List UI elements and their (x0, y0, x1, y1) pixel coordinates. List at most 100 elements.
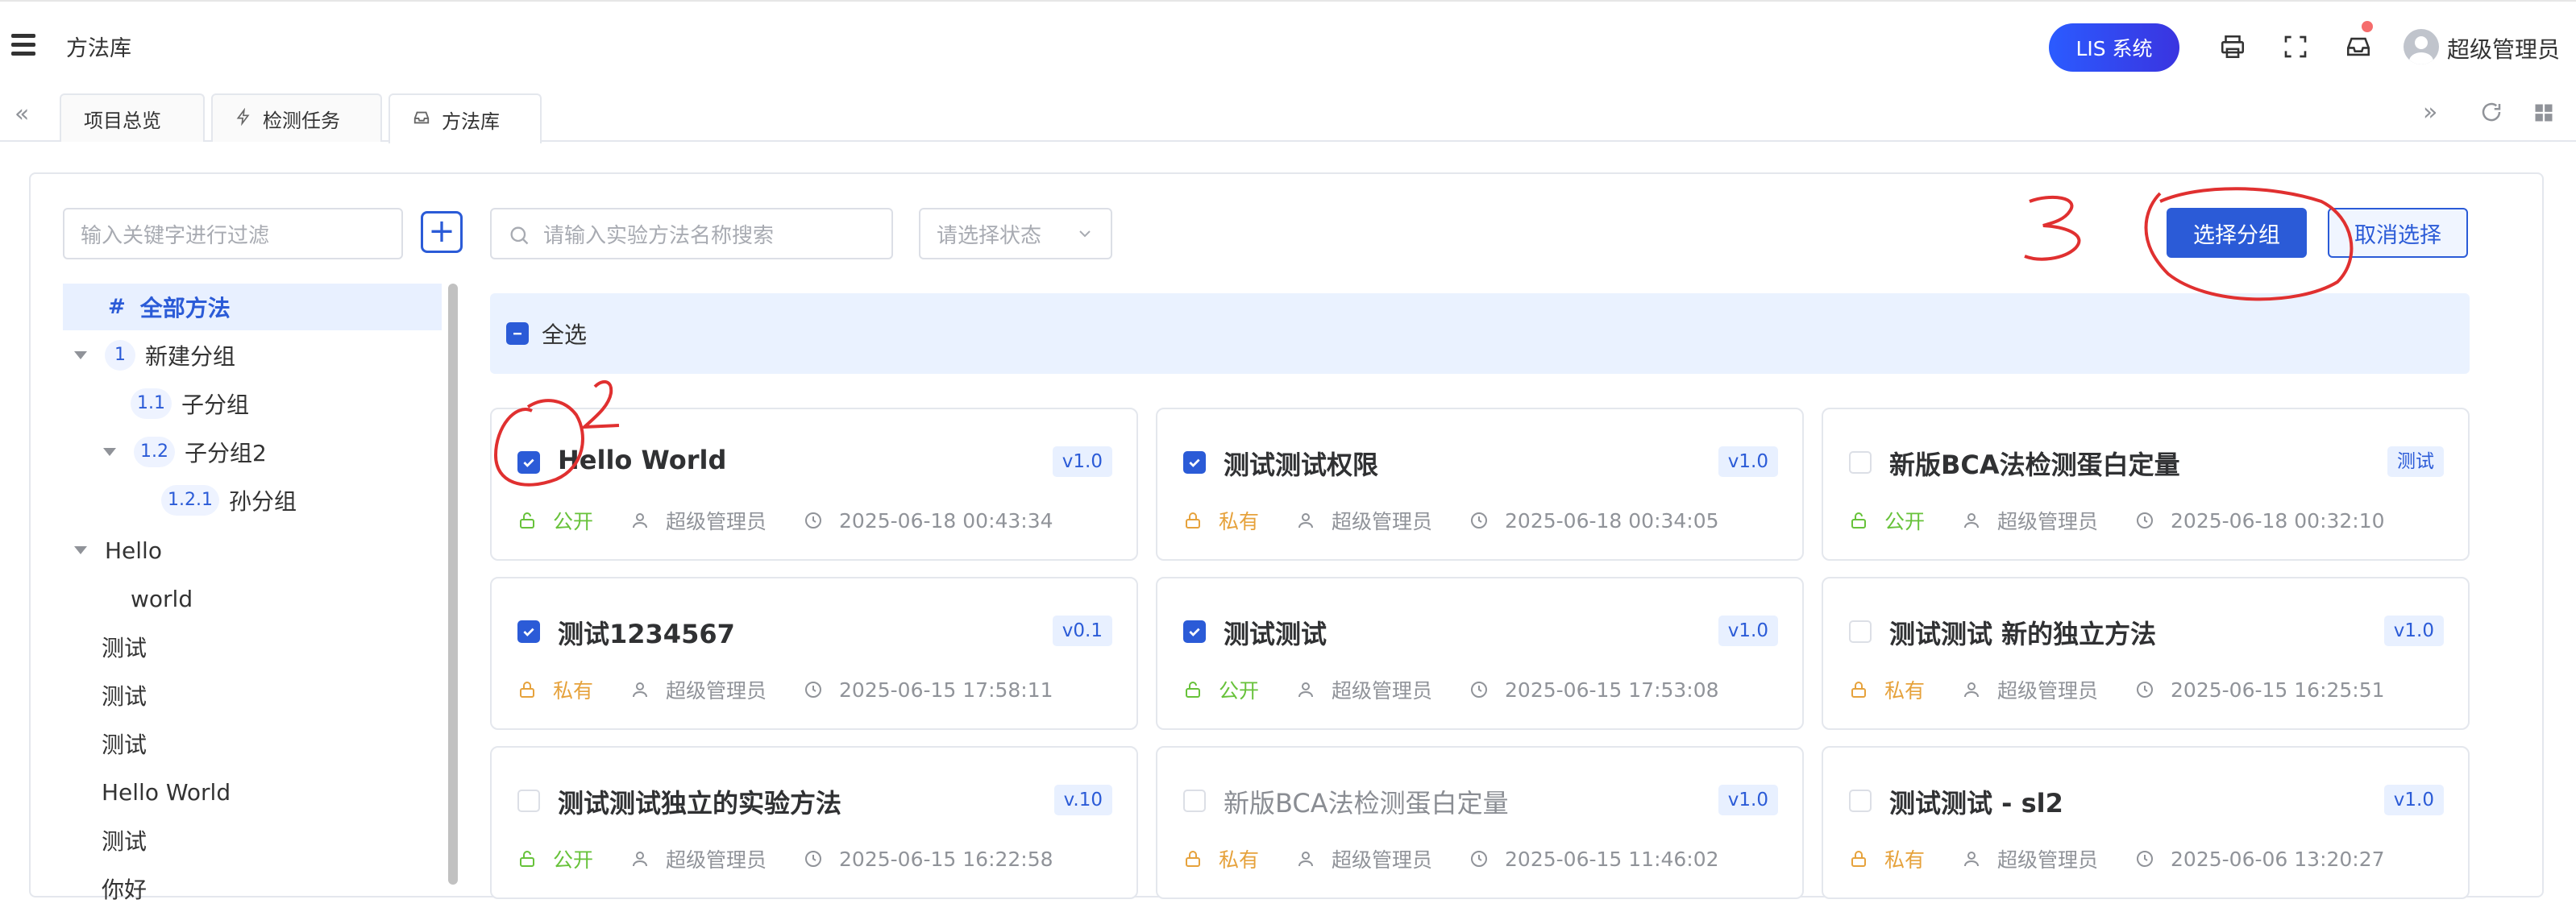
time-info: 2025-06-18 00:34:05 (1469, 509, 1719, 533)
tree-item-new-group[interactable]: 1 新建分组 (74, 332, 235, 379)
owner-name: 超级管理员 (1997, 510, 2099, 533)
tree-item-world[interactable]: world (131, 575, 193, 622)
card-checkbox[interactable] (1183, 790, 1206, 812)
timestamp: 2025-06-15 11:46:02 (1505, 847, 1719, 871)
card-title[interactable]: 新版BCA法检测蛋白定量 (1889, 445, 2180, 482)
visibility-tag: 私有 (1849, 844, 1925, 873)
refresh-icon[interactable] (2479, 100, 2503, 127)
owner-info: 超级管理员 (630, 506, 767, 535)
method-card[interactable]: 测试测试 新的独立方法 v1.0 私有 超级管理员 2025-06-15 16:25:5… (1822, 577, 2470, 730)
tree-item-subgroup[interactable]: 1.1 子分组 (131, 380, 249, 427)
add-group-button[interactable]: + (421, 211, 463, 253)
tree-item-test[interactable]: 测试 (102, 817, 147, 864)
tree-item-test[interactable]: 测试 (102, 672, 147, 719)
page-title: 方法库 (66, 36, 131, 61)
card-title[interactable]: Hello World (558, 445, 726, 475)
clock-icon (2135, 680, 2163, 699)
tree-item-test[interactable]: 测试 (102, 720, 147, 767)
avatar[interactable] (2404, 29, 2439, 64)
double-chevron-left-icon[interactable]: « (15, 100, 29, 128)
method-card[interactable]: Hello World v1.0 公开 超级管理员 2025-06-18 00:43:3… (490, 408, 1138, 561)
card-title[interactable]: 测试测试权限 (1224, 445, 1378, 482)
user-icon (1296, 511, 1323, 530)
tree-item-grandchild-group[interactable]: 1.2.1 孙分组 (161, 477, 297, 524)
user-icon (630, 680, 658, 699)
tree-scrollbar[interactable] (448, 284, 458, 885)
card-meta: 公开 超级管理员 2025-06-18 00:32:10 (1849, 506, 2385, 535)
card-title[interactable]: 测试测试 - sl2 (1889, 783, 2063, 820)
lock-icon (1183, 511, 1211, 530)
owner-name: 超级管理员 (1997, 848, 2099, 872)
caret-down-icon[interactable] (74, 546, 87, 554)
card-checkbox[interactable] (1183, 451, 1206, 474)
card-checkbox[interactable] (1183, 620, 1206, 643)
timestamp: 2025-06-15 16:22:58 (839, 847, 1053, 871)
card-meta: 公开 超级管理员 2025-06-18 00:43:34 (517, 506, 1053, 535)
clock-icon (1469, 511, 1497, 530)
tab-method-library[interactable]: 方法库 (388, 93, 542, 143)
method-card[interactable]: 新版BCA法检测蛋白定量 v1.0 私有 超级管理员 2025-06-15 11:46:… (1156, 746, 1804, 899)
tree-item-hello[interactable]: Hello (74, 527, 162, 574)
card-checkbox[interactable] (517, 790, 540, 812)
cancel-selection-button[interactable]: 取消选择 (2328, 208, 2468, 258)
method-card[interactable]: 测试测试权限 v1.0 私有 超级管理员 2025-06-18 00:34:05 (1156, 408, 1804, 561)
timestamp: 2025-06-18 00:34:05 (1505, 508, 1719, 533)
caret-down-icon[interactable] (103, 448, 116, 456)
timestamp: 2025-06-18 00:43:34 (839, 508, 1053, 533)
owner-name: 超级管理员 (1332, 510, 1433, 533)
visibility-label: 私有 (553, 679, 594, 703)
tree-item-hello-cn[interactable]: 你好 (102, 865, 147, 912)
version-badge: v0.1 (1052, 616, 1112, 646)
select-all-label[interactable]: 全选 (542, 317, 587, 350)
card-checkbox[interactable] (1849, 620, 1872, 643)
select-all-checkbox[interactable] (506, 322, 529, 345)
search-icon (508, 224, 530, 252)
time-info: 2025-06-15 17:53:08 (1469, 678, 1719, 702)
card-title[interactable]: 测试测试 新的独立方法 (1889, 614, 2156, 651)
method-card[interactable]: 测试1234567 v0.1 私有 超级管理员 2025-06-15 17:58:11 (490, 577, 1138, 730)
double-chevron-right-icon[interactable]: » (2423, 98, 2437, 126)
user-icon (630, 849, 658, 868)
card-title[interactable]: 测试测试独立的实验方法 (558, 783, 841, 820)
tab-project-overview[interactable]: 项目总览 (60, 93, 205, 142)
tree-item-test[interactable]: 测试 (102, 624, 147, 670)
menu-icon[interactable] (11, 34, 35, 56)
grid-icon[interactable] (2532, 102, 2555, 127)
time-info: 2025-06-15 16:22:58 (804, 848, 1053, 871)
tab-detection-task[interactable]: 检测任务 (211, 93, 382, 142)
card-checkbox[interactable] (1849, 790, 1872, 812)
method-card[interactable]: 测试测试独立的实验方法 v.10 公开 超级管理员 2025-06-15 16:22:5… (490, 746, 1138, 899)
fullscreen-icon[interactable] (2281, 32, 2310, 61)
owner-name: 超级管理员 (1997, 679, 2099, 703)
method-search-input[interactable]: 请输入实验方法名称搜索 (490, 208, 893, 259)
lis-system-button[interactable]: LIS 系统 (2049, 23, 2179, 72)
tree-item-label: 测试 (102, 732, 147, 758)
unlock-icon (1183, 680, 1211, 699)
card-title[interactable]: 新版BCA法检测蛋白定量 (1224, 783, 1509, 820)
method-card[interactable]: 测试测试 - sl2 v1.0 私有 超级管理员 2025-06-06 13:20:27 (1822, 746, 2470, 899)
tree-item-subgroup-2[interactable]: 1.2 子分组2 (103, 429, 267, 475)
tab-label: 方法库 (442, 110, 500, 133)
card-checkbox[interactable] (1849, 451, 1872, 474)
visibility-tag: 公开 (1849, 506, 1925, 535)
inbox-icon[interactable] (2344, 32, 2373, 61)
card-title[interactable]: 测试1234567 (558, 614, 735, 651)
tree-item-label: 测试 (102, 683, 147, 710)
time-info: 2025-06-15 17:58:11 (804, 678, 1053, 702)
card-checkbox[interactable] (517, 451, 540, 474)
keyword-filter-input[interactable]: 输入关键字进行过滤 (63, 208, 403, 259)
tree-item-hello-world[interactable]: Hello World (102, 769, 231, 815)
caret-down-icon[interactable] (74, 351, 87, 359)
tree-item-all-methods[interactable]: # 全部方法 (63, 284, 442, 330)
owner-name: 超级管理员 (666, 848, 767, 872)
select-group-button[interactable]: 选择分组 (2167, 208, 2307, 258)
user-name[interactable]: 超级管理员 (2447, 32, 2560, 64)
printer-icon[interactable] (2218, 32, 2247, 61)
method-card[interactable]: 测试测试 v1.0 公开 超级管理员 2025-06-15 17:53:08 (1156, 577, 1804, 730)
status-select[interactable]: 请选择状态 (919, 208, 1112, 259)
method-card[interactable]: 新版BCA法检测蛋白定量 测试 公开 超级管理员 2025-06-18 00:32:10 (1822, 408, 2470, 561)
owner-info: 超级管理员 (1296, 506, 1432, 535)
tabs-bar: « 项目总览 检测任务 方法库 » (0, 89, 2576, 143)
card-checkbox[interactable] (517, 620, 540, 643)
card-title[interactable]: 测试测试 (1224, 614, 1327, 651)
